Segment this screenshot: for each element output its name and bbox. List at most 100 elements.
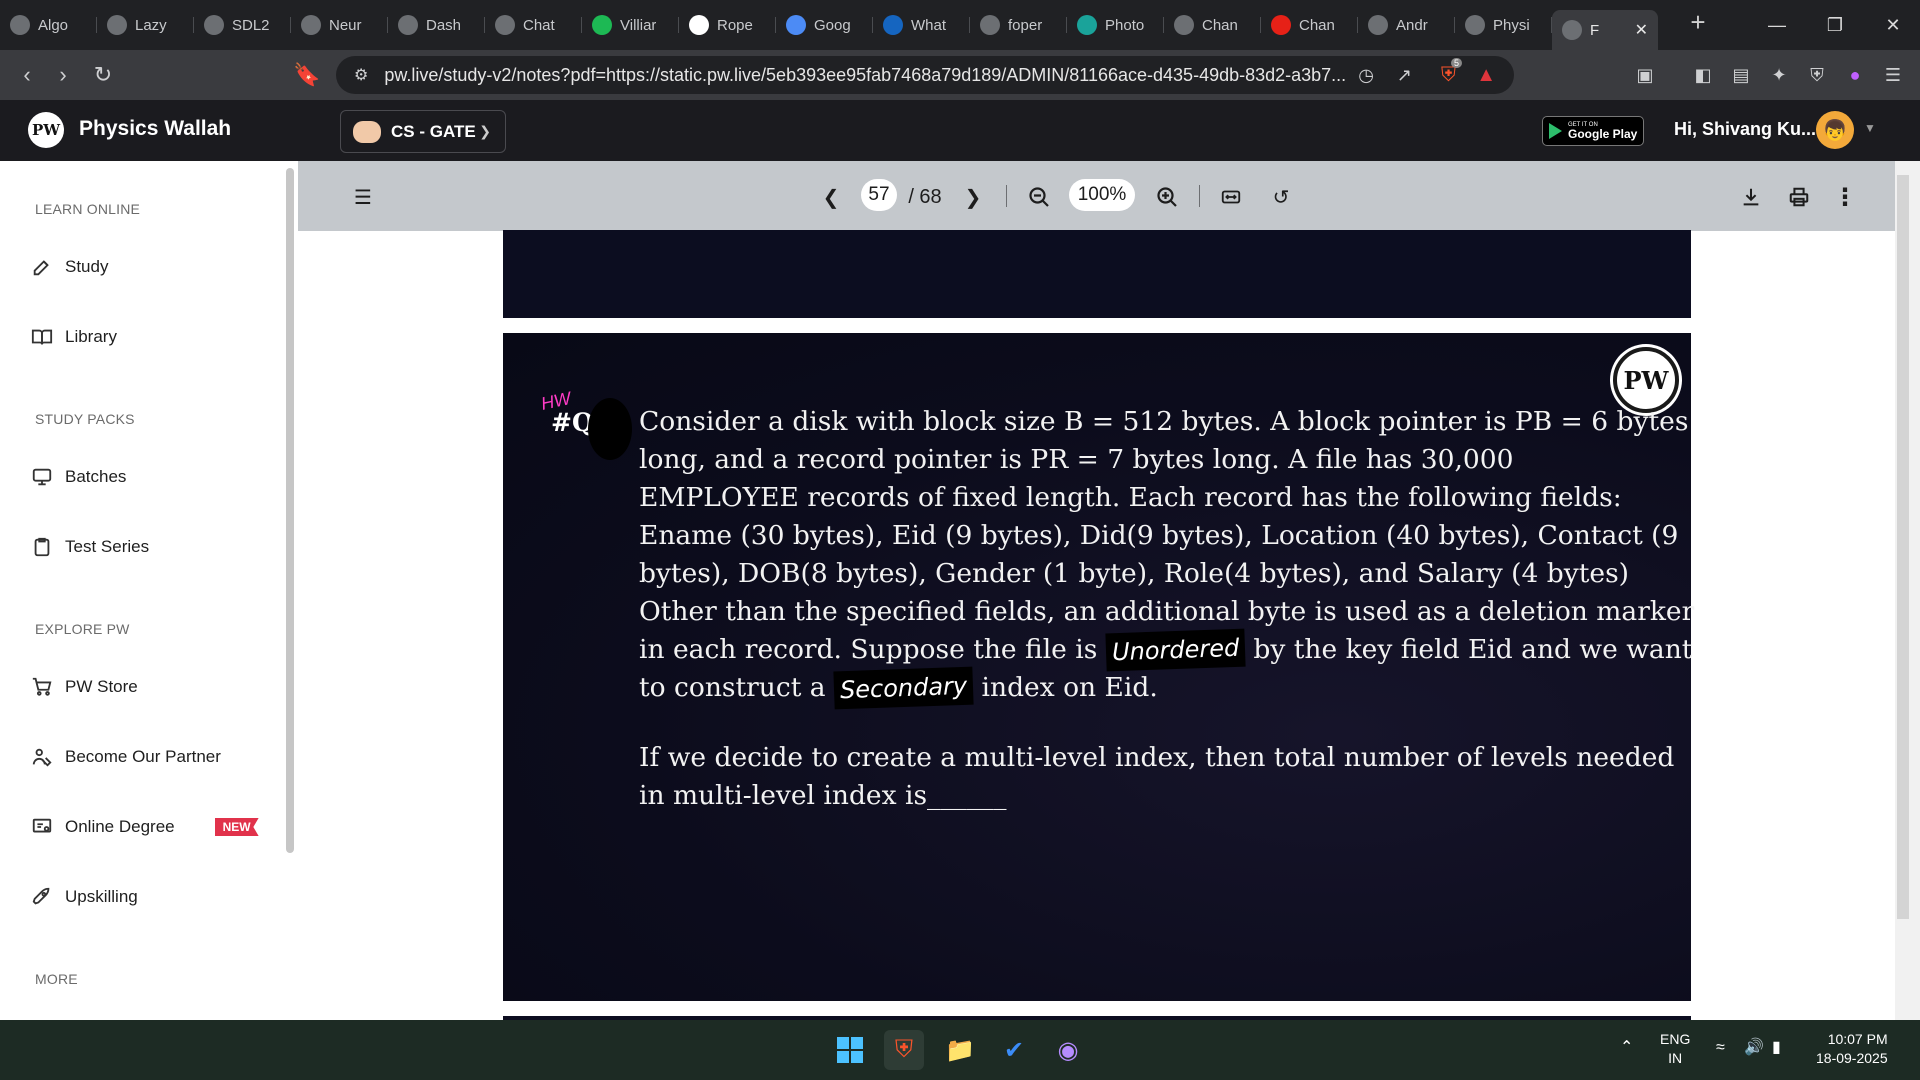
clock-time: 10:07 PM: [1827, 1031, 1888, 1047]
monitor-icon: [30, 465, 54, 489]
globe-icon: [107, 15, 127, 35]
sidebar-item-upskilling[interactable]: Upskilling: [30, 885, 138, 909]
paragraph-spacer: [639, 707, 1639, 739]
battery-icon[interactable]: ▮: [1772, 1038, 1781, 1057]
bookmark-icon[interactable]: 🔖: [290, 58, 324, 92]
browser-tab[interactable]: SDL2: [194, 7, 291, 43]
address-bar[interactable]: ⚙ pw.live/study-v2/notes?pdf=https://sta…: [336, 56, 1514, 94]
rotate-icon[interactable]: ↺: [1266, 181, 1296, 213]
browser-tab[interactable]: Rope: [679, 7, 776, 43]
brand-name[interactable]: Physics Wallah: [79, 117, 231, 141]
more-options-icon[interactable]: ⋮: [1830, 181, 1860, 213]
history-icon[interactable]: ◷: [1358, 65, 1374, 86]
github-icon[interactable]: ◉: [1048, 1030, 1088, 1070]
browser-tab[interactable]: Lazy: [97, 7, 194, 43]
windows-start-icon[interactable]: [830, 1030, 870, 1070]
site-settings-icon[interactable]: ⚙: [354, 65, 368, 85]
volume-icon[interactable]: 🔊: [1744, 1038, 1764, 1057]
wallet-icon[interactable]: ▤: [1728, 62, 1754, 88]
google-play-badge[interactable]: GET IT ON Google Play: [1542, 116, 1644, 146]
tab-label: Rope: [717, 16, 753, 34]
sidebar-toggle-icon[interactable]: ◧: [1690, 62, 1716, 88]
zoom-out-icon[interactable]: [1024, 181, 1054, 213]
play-store-icon: [1549, 123, 1562, 139]
rocket-icon: [30, 885, 54, 909]
browser-tab[interactable]: Neur: [291, 7, 388, 43]
question-line-part: by the key field Eid and we want: [1245, 634, 1693, 665]
browser-tab[interactable]: Villiar: [582, 7, 679, 43]
browser-tab[interactable]: Physi: [1455, 7, 1552, 43]
brave-browser-icon[interactable]: ⛨: [884, 1030, 924, 1070]
sidebar-item-library[interactable]: Library: [30, 325, 117, 349]
fit-page-icon[interactable]: [1216, 181, 1246, 213]
openai-icon: [1368, 15, 1388, 35]
next-page-button[interactable]: ❯: [958, 181, 988, 213]
sidebar-scrollbar[interactable]: [286, 168, 294, 853]
scrollbar-thumb[interactable]: [1897, 175, 1909, 919]
pw-logo[interactable]: PW: [28, 112, 64, 148]
browser-tab[interactable]: F ✕: [1552, 10, 1658, 50]
web-icon: [204, 15, 224, 35]
close-tab-icon[interactable]: ✕: [1635, 20, 1648, 40]
clock[interactable]: 10:07 PM 18-09-2025: [1816, 1030, 1888, 1068]
web-icon: [1465, 15, 1485, 35]
browser-tab[interactable]: Chat: [485, 7, 582, 43]
browser-tab[interactable]: Algo: [0, 7, 97, 43]
browser-tab[interactable]: Dash: [388, 7, 485, 43]
rewards-icon[interactable]: ▲: [1476, 64, 1496, 87]
browser-tab[interactable]: Andr: [1358, 7, 1455, 43]
profile-icon[interactable]: ●: [1842, 62, 1868, 88]
batch-selector[interactable]: CS - GATE ❯: [340, 110, 506, 153]
sidebar-item-online-degree[interactable]: Online Degree NEW: [30, 815, 259, 839]
url-text[interactable]: pw.live/study-v2/notes?pdf=https://stati…: [384, 65, 1384, 86]
pdf-scrollbar[interactable]: [1895, 161, 1920, 1020]
browser-tab[interactable]: What: [873, 7, 970, 43]
browser-tab[interactable]: Chan: [1164, 7, 1261, 43]
todo-icon[interactable]: ✔: [994, 1030, 1034, 1070]
download-icon[interactable]: [1736, 181, 1766, 213]
book-icon: [30, 325, 54, 349]
browser-tab[interactable]: Chan: [1261, 7, 1358, 43]
browser-tab[interactable]: Photo: [1067, 7, 1164, 43]
sidebar-item-label: PW Store: [65, 677, 138, 696]
file-explorer-icon[interactable]: 📁: [940, 1030, 980, 1070]
reload-icon[interactable]: ↻: [86, 58, 120, 92]
chevron-down-icon[interactable]: ▼: [1864, 121, 1876, 135]
back-button[interactable]: ‹: [10, 58, 44, 92]
menu-icon[interactable]: ☰: [1880, 62, 1906, 88]
previous-page-button[interactable]: ❮: [816, 181, 846, 213]
sidebar-item-label: Upskilling: [65, 887, 138, 906]
zoom-in-icon[interactable]: [1152, 181, 1182, 213]
tab-label: Andr: [1396, 16, 1428, 34]
user-greeting[interactable]: Hi, Shivang Ku...: [1674, 119, 1816, 140]
globe-icon: [1174, 15, 1194, 35]
sidebar: LEARN ONLINE Study Library STUDY PACKS B…: [0, 161, 298, 1020]
avatar[interactable]: 👦: [1816, 111, 1854, 149]
tray-chevron-icon[interactable]: ⌃: [1620, 1038, 1633, 1057]
minimize-button[interactable]: —: [1748, 0, 1806, 50]
question-line: bytes), DOB(8 bytes), Gender (1 byte), R…: [639, 558, 1630, 589]
sidebar-item-pw-store[interactable]: PW Store: [30, 675, 138, 699]
wifi-icon[interactable]: ≈: [1716, 1038, 1725, 1057]
sidebar-item-batches[interactable]: Batches: [30, 465, 126, 489]
new-tab-button[interactable]: +: [1683, 7, 1713, 38]
page-number-input[interactable]: 57: [861, 179, 897, 211]
browser-tab[interactable]: foper: [970, 7, 1067, 43]
leo-ai-icon[interactable]: ✦: [1766, 62, 1792, 88]
browser-tab[interactable]: Goog: [776, 7, 873, 43]
batch-thumbnail: [353, 120, 381, 143]
reader-mode-icon[interactable]: ▣: [1632, 62, 1658, 88]
share-icon[interactable]: ↗: [1397, 65, 1412, 86]
close-window-button[interactable]: ✕: [1864, 0, 1920, 50]
sidebar-item-test-series[interactable]: Test Series: [30, 535, 149, 559]
vpn-icon[interactable]: ⛨: [1804, 62, 1830, 88]
sidebar-item-study[interactable]: Study: [30, 255, 108, 279]
restore-button[interactable]: ❐: [1806, 0, 1864, 50]
sidebar-item-partner[interactable]: Become Our Partner: [30, 745, 221, 769]
sidebar-item-label: Become Our Partner: [65, 747, 221, 766]
outline-menu-icon[interactable]: ☰: [348, 181, 378, 213]
print-icon[interactable]: [1784, 181, 1814, 213]
zoom-level[interactable]: 100%: [1069, 179, 1135, 211]
forward-button[interactable]: ›: [46, 58, 80, 92]
language-indicator[interactable]: ENG IN: [1660, 1030, 1690, 1068]
